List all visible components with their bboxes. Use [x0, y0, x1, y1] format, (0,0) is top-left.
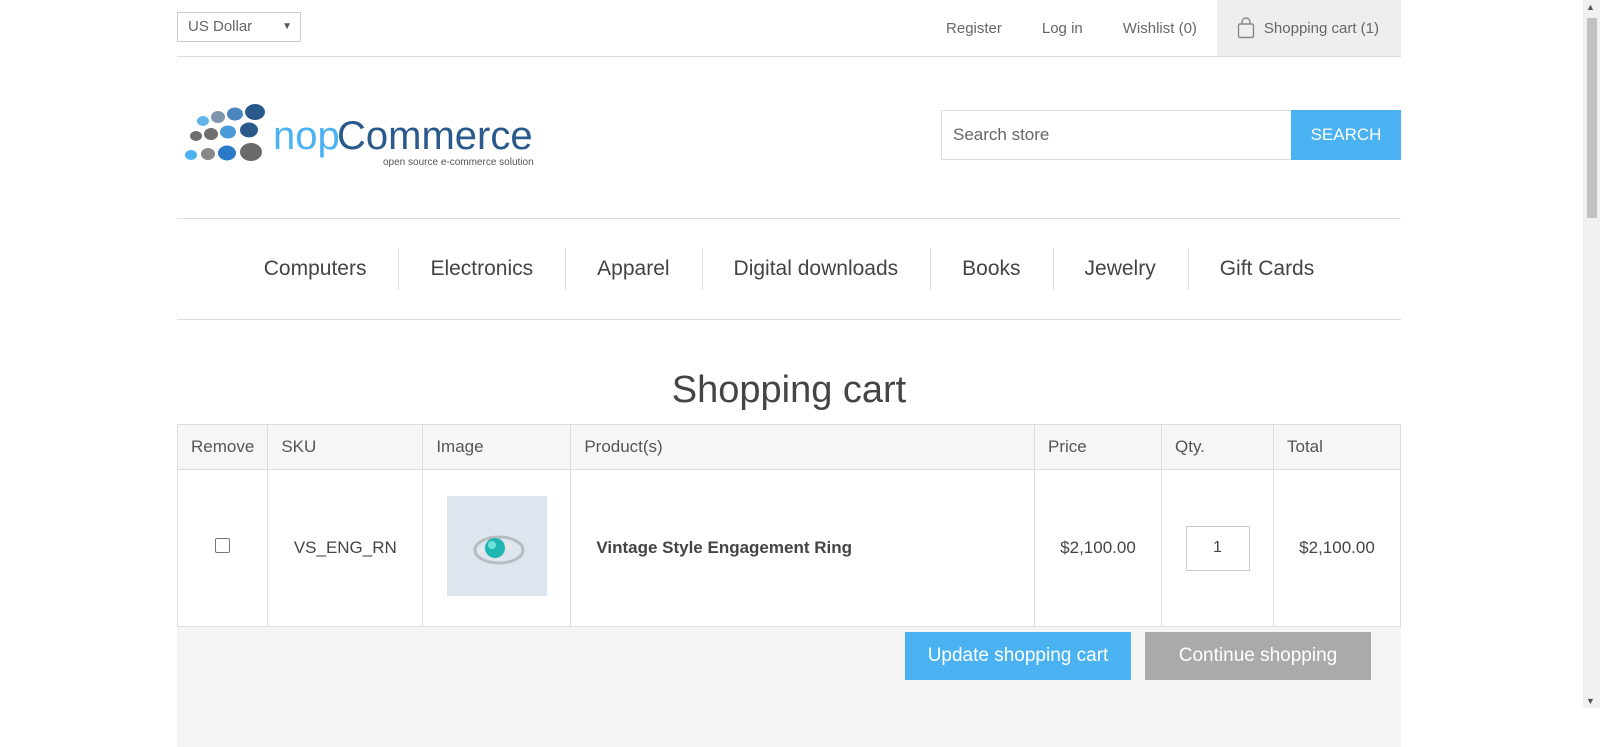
wishlist-link[interactable]: Wishlist (0) — [1123, 20, 1197, 37]
svg-text:nop: nop — [273, 114, 340, 158]
search-input[interactable] — [941, 110, 1291, 160]
subtotal: $2,100.00 — [1273, 469, 1401, 627]
currency-selector-value: US Dollar — [188, 18, 253, 35]
header-top-bar: US Dollar ▼ Register Log in Wishlist (0)… — [177, 0, 1401, 57]
shopping-cart-link[interactable]: Shopping cart (1) — [1216, 0, 1401, 56]
scroll-down-icon[interactable]: ▼ — [1586, 696, 1595, 706]
chevron-down-icon: ▼ — [282, 21, 292, 32]
svg-text:Commerce: Commerce — [337, 114, 533, 158]
menu-item-computers[interactable]: Computers — [232, 250, 399, 288]
page-title: Shopping cart — [671, 369, 907, 411]
qty-cell — [1161, 469, 1274, 627]
column-header-remove: Remove — [176, 424, 269, 470]
currency-selector[interactable]: US Dollar ▼ — [177, 12, 301, 42]
update-cart-button[interactable]: Update shopping cart — [905, 632, 1131, 680]
remove-checkbox[interactable] — [215, 538, 231, 553]
product-name-link[interactable]: Vintage Style Engagement Ring — [570, 469, 1035, 627]
top-menu: Computers Electronics Apparel Digital do… — [177, 219, 1401, 320]
cart-table-header: Remove SKU Image Product(s) Price Qty. T… — [176, 424, 1401, 470]
column-header-price: Price — [1034, 424, 1162, 470]
menu-item-books[interactable]: Books — [930, 248, 1052, 290]
unit-price: $2,100.00 — [1034, 469, 1162, 627]
search-box: SEARCH — [941, 110, 1401, 160]
menu-item-apparel[interactable]: Apparel — [565, 248, 701, 290]
menu-item-jewelry[interactable]: Jewelry — [1052, 248, 1188, 290]
svg-text:open source e-commerce solutio: open source e-commerce solution — [383, 157, 534, 168]
image-cell — [422, 469, 572, 627]
header-links: Register Log in Wishlist (0) Shopping ca… — [946, 0, 1401, 56]
login-link[interactable]: Log in — [1042, 20, 1083, 37]
shopping-cart-label: Shopping cart (1) — [1263, 19, 1379, 37]
shopping-bag-icon — [1237, 17, 1255, 39]
product-thumbnail[interactable] — [446, 495, 547, 596]
remove-cell — [176, 469, 269, 627]
menu-item-digital-downloads[interactable]: Digital downloads — [701, 248, 931, 290]
search-button[interactable]: SEARCH — [1291, 110, 1401, 160]
table-row: VS_ENG_RN Vintage Style Engagement Ring … — [176, 469, 1401, 627]
quantity-input[interactable] — [1185, 525, 1250, 571]
column-header-total: Total — [1273, 424, 1401, 470]
register-link[interactable]: Register — [946, 20, 1002, 37]
scrollbar-thumb[interactable] — [1587, 18, 1597, 218]
menu-item-electronics[interactable]: Electronics — [398, 248, 565, 290]
scroll-up-icon[interactable]: ▲ — [1586, 2, 1595, 12]
nopcommerce-logo[interactable]: nop Commerce open source e-commerce solu… — [183, 103, 558, 173]
sku-cell: VS_ENG_RN — [267, 469, 424, 627]
continue-shopping-button[interactable]: Continue shopping — [1145, 632, 1371, 680]
menu-item-gift-cards[interactable]: Gift Cards — [1187, 248, 1347, 290]
header-main: nop Commerce open source e-commerce solu… — [177, 57, 1401, 219]
column-header-image: Image — [422, 424, 572, 470]
column-header-sku: SKU — [267, 424, 424, 470]
cart-table: Remove SKU Image Product(s) Price Qty. T… — [176, 424, 1401, 627]
column-header-qty: Qty. — [1161, 424, 1274, 470]
vertical-scrollbar[interactable]: ▲ ▼ — [1583, 0, 1600, 708]
cart-buttons: Update shopping cart Continue shopping — [177, 627, 1401, 747]
page-container: US Dollar ▼ Register Log in Wishlist (0)… — [176, 0, 1401, 747]
column-header-product: Product(s) — [570, 424, 1035, 470]
